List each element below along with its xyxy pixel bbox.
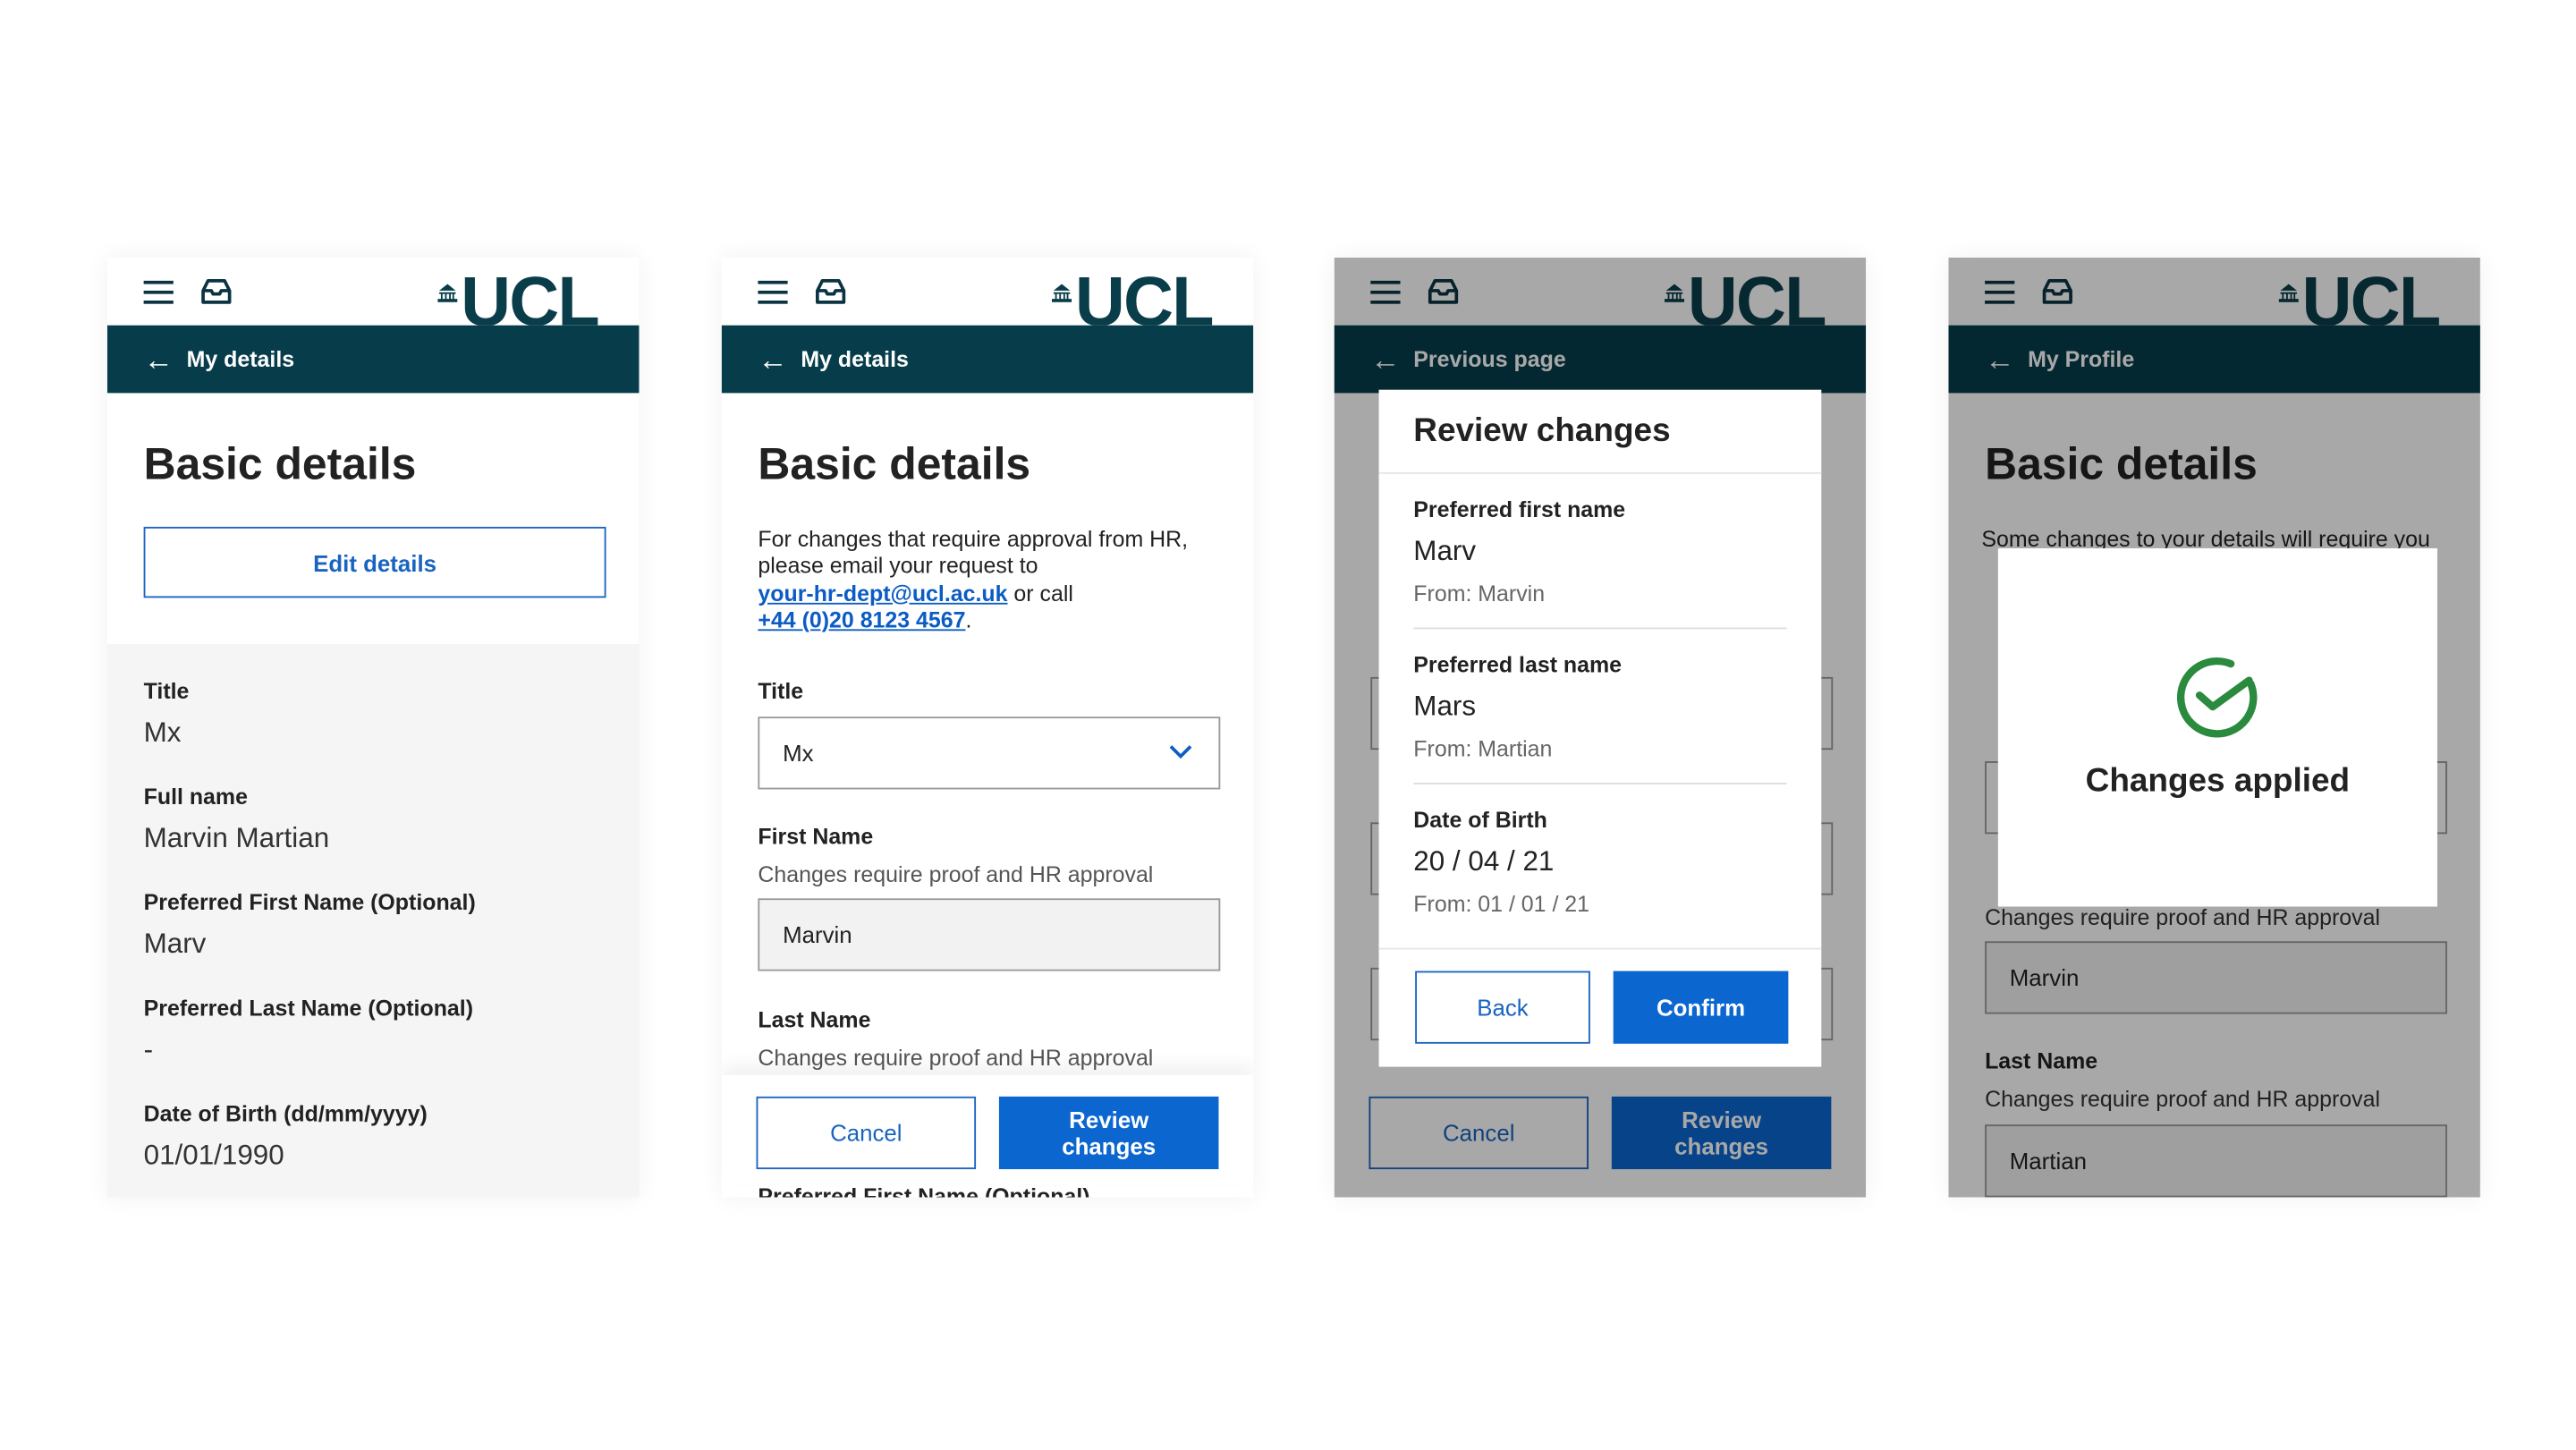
first-name-label: First Name: [758, 824, 874, 849]
dialog-title: Review changes: [1413, 412, 1671, 450]
cancel-button[interactable]: Cancel: [756, 1096, 977, 1170]
field-value: Marvin Martian: [143, 822, 330, 854]
success-message: Changes applied: [2085, 762, 2351, 800]
back-nav[interactable]: ← My details: [106, 325, 640, 394]
page-title: Basic details: [143, 439, 417, 489]
last-name-label: Last Name: [758, 1007, 871, 1032]
hr-contact-text: For changes that require approval from H…: [758, 526, 1189, 632]
change-from: From: 01 / 01 / 21: [1413, 891, 1590, 917]
arrow-left-icon: ←: [143, 343, 174, 376]
title-label: Title: [758, 678, 804, 704]
page-title: Basic details: [758, 439, 1031, 489]
divider: [1378, 947, 1822, 950]
last-name-hint: Changes require proof and HR approval: [758, 1045, 1154, 1071]
field-label: Date of Birth (dd/mm/yyyy): [143, 1101, 428, 1127]
change-from: From: Martian: [1413, 736, 1553, 762]
divider: [1413, 783, 1787, 784]
field-label: Full name: [143, 784, 248, 810]
portico-icon: [437, 284, 458, 302]
change-value: 20 / 04 / 21: [1413, 845, 1555, 878]
review-changes-button[interactable]: Review changes: [998, 1096, 1219, 1170]
screen-view-details: UCL ← My details Basic details Edit detai…: [106, 257, 640, 1198]
screen-changes-applied: UCL ← My Profile Basic details Some chang…: [1948, 257, 2480, 1198]
top-bar: UCL: [721, 257, 1254, 326]
screen-review-changes: UCL ← Previous page Cancel Review changes…: [1334, 257, 1867, 1198]
title-select[interactable]: Mx: [758, 717, 1221, 790]
field-value: -: [143, 1033, 154, 1065]
divider: [1413, 627, 1787, 630]
confirm-button[interactable]: Confirm: [1613, 971, 1789, 1044]
first-name-input[interactable]: Marvin: [758, 898, 1221, 971]
back-button[interactable]: Back: [1415, 971, 1590, 1044]
field-label: Preferred First Name (Optional): [143, 890, 476, 915]
hr-email-link[interactable]: your-hr-dept@ucl.ac.uk: [758, 581, 1007, 606]
edit-details-button[interactable]: Edit details: [143, 526, 606, 598]
back-nav[interactable]: ← My details: [721, 325, 1254, 394]
change-label: Date of Birth: [1413, 807, 1547, 833]
menu-icon[interactable]: [143, 280, 174, 304]
menu-icon[interactable]: [758, 280, 788, 304]
change-label: Preferred first name: [1413, 496, 1626, 522]
review-changes-dialog: Review changes Preferred first name Marv…: [1378, 389, 1822, 1067]
check-circle-icon: [2176, 657, 2258, 738]
success-dialog: Changes applied: [1997, 547, 2437, 907]
divider: [1378, 471, 1822, 474]
next-field-label: Preferred First Name (Optional): [758, 1183, 1090, 1198]
change-label: Preferred last name: [1413, 652, 1623, 677]
chevron-down-icon: [1169, 745, 1192, 759]
field-value: 01/01/1990: [143, 1139, 284, 1171]
change-value: Marv: [1413, 535, 1477, 567]
first-name-hint: Changes require proof and HR approval: [758, 861, 1154, 887]
field-value: Mx: [143, 717, 182, 749]
screen-edit-details: UCL ← My details Basic details For change…: [721, 257, 1254, 1198]
inbox-icon[interactable]: [199, 277, 233, 305]
ucl-logo: UCL: [437, 264, 619, 326]
change-from: From: Marvin: [1413, 581, 1546, 606]
change-value: Mars: [1413, 690, 1477, 722]
top-bar: UCL: [106, 257, 640, 326]
field-label: Title: [143, 678, 190, 704]
ucl-logo: UCL: [1051, 264, 1233, 326]
arrow-left-icon: ←: [758, 343, 788, 376]
field-label: Preferred Last Name (Optional): [143, 996, 474, 1021]
inbox-icon[interactable]: [814, 277, 847, 305]
field-value: Marv: [143, 928, 207, 960]
portico-icon: [1051, 284, 1072, 302]
action-footer: Cancel Review changes: [721, 1074, 1254, 1184]
hr-phone-link[interactable]: +44 (0)20 8123 4567: [758, 607, 965, 632]
